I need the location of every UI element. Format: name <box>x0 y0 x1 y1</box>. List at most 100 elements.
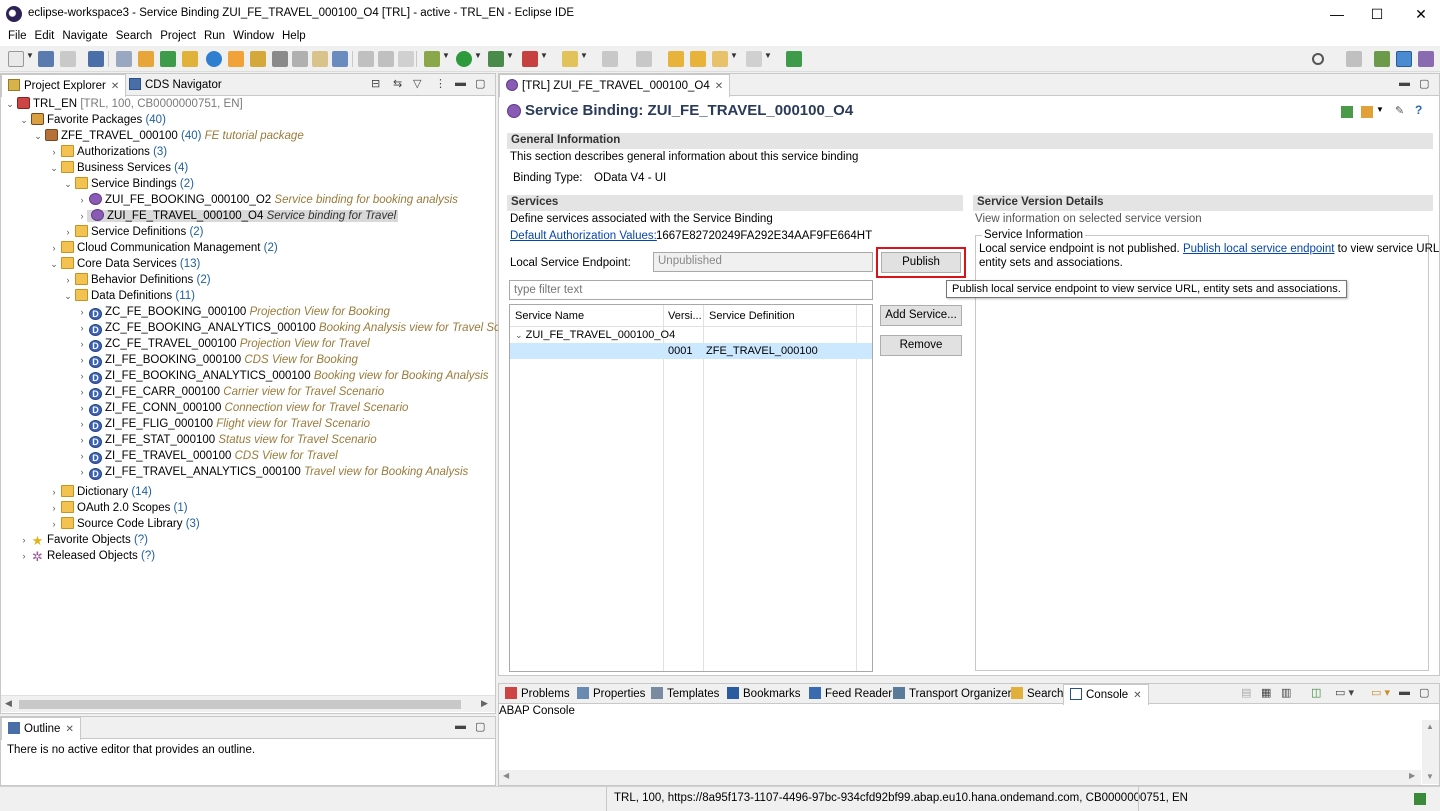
tree-source-code-library[interactable]: › Source Code Library (3) <box>49 516 200 532</box>
publish-button[interactable]: Publish <box>881 252 961 273</box>
tree-ddl-item[interactable]: › D ZI_FE_BOOKING_ANALYTICS_000100 Booking… <box>77 368 489 384</box>
tree-ddl-item[interactable]: › D ZI_FE_CONN_000100 Connection view for … <box>77 400 408 416</box>
scroll-right-icon[interactable]: ▶ <box>481 698 488 709</box>
chevron-down-icon[interactable]: ▼ <box>1376 105 1384 114</box>
tree-favorite-packages[interactable]: ⌄ Favorite Packages (40) <box>19 112 166 128</box>
maximize-view-icon[interactable]: ▢ <box>1419 77 1429 90</box>
chevron-right-icon[interactable]: › <box>77 448 87 464</box>
open-console-icon[interactable]: ▭ ▾ <box>1371 686 1390 699</box>
chevron-down-icon[interactable]: ⌄ <box>515 330 523 340</box>
chevron-right-icon[interactable]: › <box>19 532 29 548</box>
view-menu-icon[interactable]: ⋮ <box>435 77 446 90</box>
chevron-right-icon[interactable]: › <box>77 320 87 336</box>
minimize-view-icon[interactable]: ▬ <box>455 77 466 89</box>
last-edit-icon[interactable] <box>668 51 684 67</box>
forward-icon[interactable] <box>746 51 762 67</box>
open-with-icon[interactable] <box>1361 106 1373 118</box>
tree-core-data-services[interactable]: ⌄ Core Data Services (13) <box>49 256 200 272</box>
column-version[interactable]: Versi... <box>668 310 702 322</box>
pin-console-icon[interactable]: ◫ <box>1311 686 1321 699</box>
default-authorization-link[interactable]: Default Authorization Values: <box>510 230 657 242</box>
menu-help[interactable]: Help <box>278 28 310 46</box>
table-row[interactable]: ⌄ ZUI_FE_TRAVEL_000100_O4 <box>515 329 675 341</box>
chevron-down-icon[interactable]: ▼ <box>730 51 738 60</box>
print-icon[interactable] <box>292 51 308 67</box>
tree-data-definitions[interactable]: ⌄ Data Definitions (11) <box>63 288 195 304</box>
notification-icon[interactable] <box>1414 793 1426 805</box>
tree-ddl-item[interactable]: › D ZI_FE_TRAVEL_000100 CDS View for Trave… <box>77 448 338 464</box>
activate-all-icon[interactable] <box>250 51 266 67</box>
folder-icon[interactable] <box>182 51 198 67</box>
tab-problems[interactable]: Problems <box>499 684 576 706</box>
tab-search[interactable]: Search <box>1005 684 1069 706</box>
tab-outline[interactable]: Outline ✕ <box>1 717 81 740</box>
coverage-icon[interactable] <box>488 51 504 67</box>
tree-package[interactable]: ⌄ ZFE_TRAVEL_000100 (40) FE tutorial pack… <box>33 128 304 144</box>
new-icon[interactable] <box>8 51 24 67</box>
menu-file[interactable]: File <box>4 28 31 46</box>
external-tools-icon[interactable] <box>522 51 538 67</box>
collapse-all-icon[interactable]: ⊟ <box>371 77 380 90</box>
open-perspective-icon[interactable] <box>1346 51 1362 67</box>
tab-templates[interactable]: Templates <box>645 684 725 706</box>
close-icon[interactable]: ✕ <box>715 81 723 92</box>
tab-cds-navigator[interactable]: CDS Navigator <box>123 74 228 96</box>
maximize-view-icon[interactable]: ▢ <box>475 77 485 90</box>
chevron-right-icon[interactable]: › <box>77 416 87 432</box>
chevron-right-icon[interactable]: › <box>49 484 59 500</box>
publish-to-icon[interactable] <box>1341 106 1353 118</box>
tree-service-definitions[interactable]: › Service Definitions (2) <box>63 224 204 240</box>
tree-ddl-item[interactable]: › D ZI_FE_TRAVEL_ANALYTICS_000100 Travel v… <box>77 464 468 480</box>
open-type-icon[interactable] <box>138 51 154 67</box>
new-object-icon[interactable] <box>160 51 176 67</box>
copy-icon[interactable] <box>312 51 328 67</box>
chevron-right-icon[interactable]: › <box>77 336 87 352</box>
add-service-button[interactable]: Add Service... <box>880 305 962 326</box>
maximize-view-icon[interactable]: ▢ <box>475 720 485 733</box>
block-icon[interactable] <box>378 51 394 67</box>
edit-icon[interactable]: ✎ <box>1395 104 1404 117</box>
chevron-down-icon[interactable]: ⌄ <box>19 112 29 128</box>
tree-oauth-scopes[interactable]: › OAuth 2.0 Scopes (1) <box>49 500 188 516</box>
tree-binding-travel[interactable]: › ZUI_FE_TRAVEL_000100_O4 Service binding… <box>77 208 399 224</box>
help-icon[interactable]: ? <box>1415 103 1422 117</box>
link-with-editor-icon[interactable]: ⇆ <box>393 77 402 90</box>
prev-annotation-icon[interactable] <box>636 51 652 67</box>
clear-console-icon[interactable]: ▤ <box>1241 686 1251 699</box>
menu-search[interactable]: Search <box>112 28 156 46</box>
close-icon[interactable]: ✕ <box>111 81 119 92</box>
save-icon[interactable] <box>38 51 54 67</box>
debug-icon[interactable] <box>424 51 440 67</box>
tree-authorizations[interactable]: › Authorizations (3) <box>49 144 167 160</box>
scroll-up-icon[interactable]: ▲ <box>1426 722 1434 731</box>
where-used-icon[interactable] <box>272 51 288 67</box>
tree-root[interactable]: ⌄ TRL_EN [TRL, 100, CB0000000751, EN] <box>5 96 243 112</box>
tree-ddl-item[interactable]: › D ZC_FE_BOOKING_000100 Projection View f… <box>77 304 390 320</box>
close-icon[interactable]: ✕ <box>65 724 73 735</box>
java-perspective-icon[interactable] <box>1396 51 1412 67</box>
menu-window[interactable]: Window <box>229 28 278 46</box>
minimize-view-icon[interactable]: ▬ <box>1399 77 1410 89</box>
chevron-down-icon[interactable]: ▼ <box>442 51 450 60</box>
tree-ddl-item[interactable]: › D ZI_FE_BOOKING_000100 CDS View for Book… <box>77 352 358 368</box>
search-icon[interactable] <box>1312 53 1324 65</box>
table-row[interactable]: 0001 ZFE_TRAVEL_000100 <box>510 343 872 359</box>
chevron-right-icon[interactable]: › <box>49 500 59 516</box>
next-annotation-icon[interactable] <box>602 51 618 67</box>
maximize-button[interactable]: ☐ <box>1354 0 1400 28</box>
tree-favorite-objects[interactable]: › ★ Favorite Objects (?) <box>19 532 149 548</box>
tree-ddl-item[interactable]: › D ZI_FE_FLIG_000100 Flight view for Trav… <box>77 416 370 432</box>
save-all-icon[interactable] <box>60 51 76 67</box>
tab-console[interactable]: Console ✕ <box>1063 684 1149 705</box>
chevron-right-icon[interactable]: › <box>19 548 29 564</box>
menu-project[interactable]: Project <box>156 28 200 46</box>
chevron-down-icon[interactable]: ⌄ <box>49 160 59 176</box>
column-service-definition[interactable]: Service Definition <box>709 310 795 322</box>
terminal-icon[interactable] <box>88 51 104 67</box>
column-service-name[interactable]: Service Name <box>515 310 584 322</box>
toggle-icon[interactable] <box>358 51 374 67</box>
horizontal-scrollbar[interactable]: ◀ ▶ <box>499 770 1421 785</box>
chevron-right-icon[interactable]: › <box>77 368 87 384</box>
scroll-right-icon[interactable]: ▶ <box>1409 771 1415 780</box>
chevron-down-icon[interactable]: ⌄ <box>63 176 73 192</box>
